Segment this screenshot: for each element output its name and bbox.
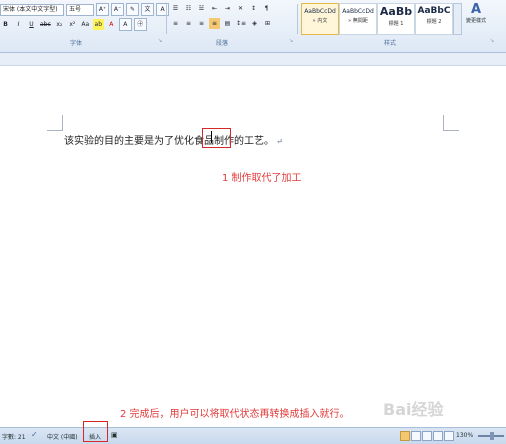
full-screen-reading-icon[interactable] [411, 431, 421, 441]
align-left-icon[interactable]: ≡ [170, 18, 181, 29]
paragraph-dialog-launcher-icon[interactable]: ↘ [289, 38, 293, 44]
zoom-level[interactable]: 130% [456, 432, 473, 439]
status-bar: 字數: 21 ✓ 中文 (中國) 插入 ▣ 130% [0, 427, 506, 444]
web-layout-icon[interactable] [422, 431, 432, 441]
print-layout-view-icon[interactable] [400, 431, 410, 441]
align-center-icon[interactable]: ≡ [183, 18, 194, 29]
group-separator [297, 4, 298, 34]
italic-button[interactable]: I [13, 19, 24, 30]
borders-icon[interactable]: ⊞ [262, 18, 273, 29]
justify-icon[interactable]: ≡ [209, 18, 220, 29]
highlight-color-icon[interactable]: ab [92, 19, 104, 30]
char-shading-icon[interactable]: A [118, 18, 132, 31]
style-normal[interactable]: AaBbCcDd » 内文 [301, 3, 339, 35]
style-sample: AaBbCcDd [304, 8, 336, 15]
change-styles-label: 變更樣式 [465, 18, 486, 24]
style-name: 標題 2 [426, 19, 442, 25]
show-marks-icon[interactable]: ¶ [261, 3, 272, 14]
change-case-button[interactable]: Aa [80, 19, 91, 30]
margin-corner-mark [47, 115, 63, 131]
phonetic-guide-icon[interactable]: 文 [141, 3, 154, 16]
shading-icon[interactable]: ◈ [249, 18, 260, 29]
zoom-slider-handle[interactable] [490, 432, 494, 440]
numbering-icon[interactable]: ☷ [183, 3, 194, 14]
bullets-icon[interactable]: ☰ [170, 3, 181, 14]
char-border-icon[interactable]: A [156, 3, 169, 16]
bold-button[interactable]: B [0, 19, 11, 30]
ribbon: 宋体 (本文中文字型) 五号 A⁺ A⁻ ✎ 文 A B I U abc x₂ … [0, 0, 506, 53]
style-sample: AaBbC [417, 6, 451, 16]
line-spacing-icon[interactable]: ↕≡ [235, 18, 247, 29]
style-sample: AaBb [379, 5, 413, 18]
change-styles-button[interactable]: A 變更樣式 [461, 3, 491, 33]
macro-record-icon[interactable]: ▣ [111, 431, 118, 439]
margin-corner-mark [443, 115, 459, 131]
font-size-combo[interactable]: 五号 [66, 3, 94, 16]
paragraph-mark-icon: ↵ [276, 137, 283, 146]
styles-group-label: 样式 [384, 40, 397, 47]
group-separator [166, 4, 167, 34]
style-sample: AaBbCcDd [342, 8, 374, 15]
change-styles-icon: A [470, 2, 482, 17]
styles-dialog-launcher-icon[interactable]: ↘ [490, 38, 494, 44]
language-indicator[interactable]: 中文 (中國) [47, 432, 78, 441]
sort-icon[interactable]: ↕ [248, 3, 259, 14]
superscript-button[interactable]: x² [67, 19, 78, 30]
document-page[interactable] [0, 66, 506, 427]
asian-layout-icon[interactable]: ✕ [235, 3, 246, 14]
grow-font-button[interactable]: A⁺ [96, 3, 109, 16]
strikethrough-button[interactable]: abc [39, 19, 52, 30]
align-right-icon[interactable]: ≡ [196, 18, 207, 29]
subscript-button[interactable]: x₂ [54, 19, 65, 30]
proofing-icon[interactable]: ✓ [31, 430, 38, 439]
style-name: 標題 1 [388, 21, 404, 27]
annotation-2: 2 完成后，用户可以将取代状态再转换成插入就行。 [120, 409, 350, 420]
highlight-box [202, 128, 231, 148]
document-paragraph[interactable]: 该实验的目的主要是为了优化食品制作的工艺。 ↵ [64, 132, 283, 147]
watermark: Bai经验 [383, 400, 444, 419]
style-name: » 内文 [312, 18, 328, 24]
font-name-combo[interactable]: 宋体 (本文中文字型) [0, 3, 64, 16]
style-name: » 無間距 [348, 18, 368, 24]
increase-indent-icon[interactable]: ⇥ [222, 3, 233, 14]
style-no-spacing[interactable]: AaBbCcDd » 無間距 [339, 3, 377, 35]
draft-view-icon[interactable] [444, 431, 454, 441]
outline-view-icon[interactable] [433, 431, 443, 441]
style-heading-2[interactable]: AaBbC 標題 2 [415, 3, 453, 35]
doc-text-after: 的工艺。 [234, 136, 274, 147]
shrink-font-button[interactable]: A⁻ [111, 3, 124, 16]
paragraph-group-label: 段落 [216, 40, 229, 47]
font-color-icon[interactable]: A [106, 19, 117, 30]
underline-button[interactable]: U [26, 19, 37, 30]
font-group-label: 字体 [70, 40, 83, 47]
annotation-1: 1 制作取代了加工 [222, 173, 302, 184]
insert-mode-highlight-box [83, 421, 108, 442]
style-heading-1[interactable]: AaBb 標題 1 [377, 3, 415, 35]
font-dialog-launcher-icon[interactable]: ↘ [158, 38, 162, 44]
ruler [0, 53, 506, 66]
word-count[interactable]: 字數: 21 [2, 432, 26, 441]
text-caret [211, 131, 212, 143]
multilevel-list-icon[interactable]: ☱ [196, 3, 207, 14]
decrease-indent-icon[interactable]: ⇤ [209, 3, 220, 14]
doc-text-before: 该实验的目的主要是为了优化食品 [64, 136, 214, 147]
enclose-char-icon[interactable]: ㊉ [133, 18, 147, 31]
clear-format-icon[interactable]: ✎ [126, 3, 139, 16]
distributed-icon[interactable]: ▤ [222, 18, 233, 29]
